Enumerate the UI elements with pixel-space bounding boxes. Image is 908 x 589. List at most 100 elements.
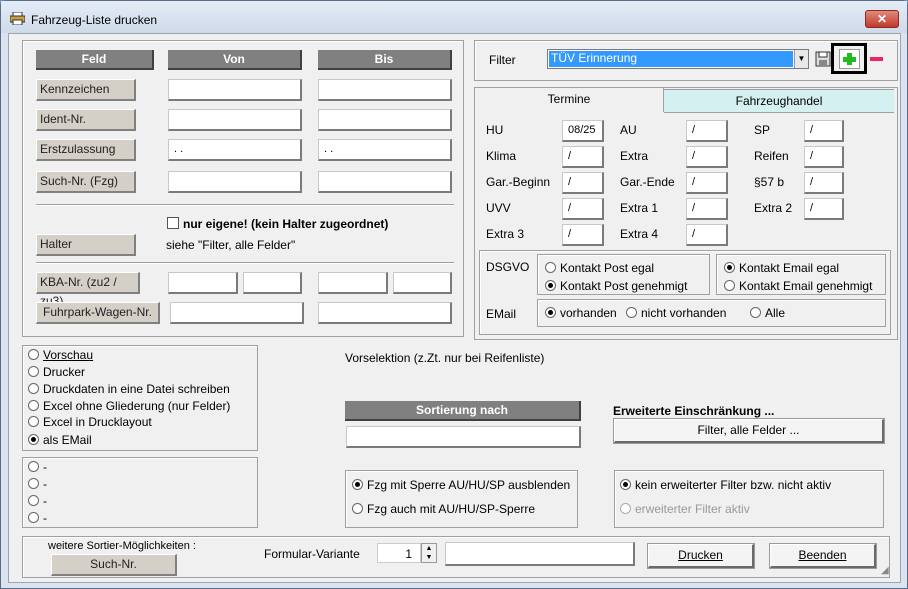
tab-termine[interactable]: Termine xyxy=(475,88,664,112)
beenden-label: Beenden xyxy=(798,548,847,562)
spin-arrows-icon[interactable]: ▲ ▼ xyxy=(421,543,437,563)
drucker-radio[interactable] xyxy=(28,366,39,377)
kba-bis-2-input[interactable] xyxy=(393,272,452,294)
extra2-label: Extra 2 xyxy=(754,201,793,215)
gar-ende-label: Gar.-Ende xyxy=(620,175,675,189)
kennzeichen-von-input[interactable] xyxy=(168,79,302,101)
resize-grip-icon[interactable]: ◢ xyxy=(881,565,893,577)
sperre-auch-label: Fzg auch mit AU/HU/SP-Sperre xyxy=(367,502,536,516)
datei-radio[interactable] xyxy=(28,383,39,394)
post-genehmigt-label: Kontakt Post genehmigt xyxy=(560,279,688,293)
ident-button[interactable]: Ident-Nr. xyxy=(36,109,136,131)
uvv-input[interactable]: / xyxy=(562,198,604,220)
save-icon[interactable] xyxy=(815,49,831,69)
erstzulassung-bis-input[interactable]: . . xyxy=(318,139,452,161)
drucken-button[interactable]: Drucken xyxy=(647,543,755,569)
post-egal-label: Kontakt Post egal xyxy=(560,261,655,275)
erweitert-title: Erweiterte Einschränkung ... xyxy=(613,404,775,418)
extra2-input[interactable]: / xyxy=(804,198,844,220)
fuhrpark-bis-input[interactable] xyxy=(318,302,452,324)
variante-name-input[interactable] xyxy=(445,542,635,566)
vorhanden-label: vorhanden xyxy=(560,306,617,320)
reifen-input[interactable]: / xyxy=(804,146,844,168)
extra3-input[interactable]: / xyxy=(562,224,604,246)
post-egal-radio[interactable] xyxy=(545,262,556,273)
weitere-sortier-label: weitere Sortier-Möglichkeiten : xyxy=(48,540,196,552)
option-radio-2[interactable] xyxy=(28,478,39,489)
add-filter-button[interactable] xyxy=(831,43,867,74)
plus-icon xyxy=(839,49,860,69)
email-genehmigt-radio[interactable] xyxy=(724,280,735,291)
erstzulassung-button[interactable]: Erstzulassung xyxy=(36,139,136,161)
kein-filter-label: kein erweiterter Filter bzw. nicht aktiv xyxy=(635,478,832,492)
filter-label: Filter xyxy=(489,53,516,67)
dsgvo-label: DSGVO xyxy=(486,260,530,274)
option-label-2: - xyxy=(43,477,47,491)
gar-beginn-input[interactable]: / xyxy=(562,172,604,194)
window-title: Fahrzeug-Liste drucken xyxy=(31,13,158,27)
sp-input[interactable]: / xyxy=(804,120,844,142)
excel-gliederung-radio[interactable] xyxy=(28,400,39,411)
close-button[interactable]: ✕ xyxy=(865,10,899,28)
halter-button[interactable]: Halter xyxy=(36,234,136,256)
option-radio-4[interactable] xyxy=(28,512,39,523)
extra1-input[interactable]: / xyxy=(686,198,728,220)
such-nr-sort-button[interactable]: Such-Nr. xyxy=(51,554,177,576)
vorhanden-radio[interactable] xyxy=(545,307,556,318)
fuhrpark-von-input[interactable] xyxy=(170,302,304,324)
such-von-input[interactable] xyxy=(168,171,302,193)
sperre-ausblenden-radio[interactable] xyxy=(352,479,363,490)
nicht-vorhanden-radio[interactable] xyxy=(626,307,637,318)
sortierung-input[interactable] xyxy=(346,426,581,448)
extra4-input[interactable]: / xyxy=(686,224,728,246)
vorschau-radio[interactable] xyxy=(28,349,39,360)
alle-radio[interactable] xyxy=(750,307,761,318)
email-genehmigt-label: Kontakt Email genehmigt xyxy=(739,279,873,293)
kba-bis-1-input[interactable] xyxy=(318,272,388,294)
chevron-down-icon[interactable]: ▼ xyxy=(794,50,808,68)
sp-label: SP xyxy=(754,123,771,137)
au-label: AU xyxy=(620,123,637,137)
sperre-auch-radio[interactable] xyxy=(352,503,363,514)
als-email-radio[interactable] xyxy=(28,434,39,445)
filter-selected-value: TÜV Erinnerung xyxy=(549,51,793,67)
au-input[interactable]: / xyxy=(686,120,728,142)
filter-select[interactable]: TÜV Erinnerung ▼ xyxy=(547,49,809,69)
p57b-input[interactable]: / xyxy=(804,172,844,194)
klima-input[interactable]: / xyxy=(562,146,604,168)
kein-filter-radio[interactable] xyxy=(620,479,631,490)
dash-options-group xyxy=(22,457,258,528)
kba-von-1-input[interactable] xyxy=(168,272,238,294)
option-label-1: - xyxy=(43,460,47,474)
formular-variante-label: Formular-Variante xyxy=(264,547,360,561)
ident-von-input[interactable] xyxy=(168,109,302,131)
such-nr-button[interactable]: Such-Nr. (Fzg) xyxy=(36,171,136,193)
tab-fahrzeughandel[interactable]: Fahrzeughandel xyxy=(664,89,894,113)
beenden-button[interactable]: Beenden xyxy=(769,543,877,569)
kba-button[interactable]: KBA-Nr. (zu2 / zu3) xyxy=(36,272,140,308)
such-bis-input[interactable] xyxy=(318,171,452,193)
erstzulassung-von-input[interactable]: . . xyxy=(168,139,302,161)
variante-stepper[interactable]: 1 xyxy=(377,543,421,563)
hu-input[interactable]: 08/25 xyxy=(562,120,604,142)
remove-filter-button[interactable] xyxy=(869,49,885,69)
kennzeichen-button[interactable]: Kennzeichen xyxy=(36,79,136,101)
kennzeichen-bis-input[interactable] xyxy=(318,79,452,101)
excel-drucklayout-radio[interactable] xyxy=(28,416,39,427)
print-dialog-window: Fahrzeug-Liste drucken ✕ Feld Von Bis Ke… xyxy=(0,0,908,589)
email-egal-radio[interactable] xyxy=(724,262,735,273)
nicht-vorhanden-label: nicht vorhanden xyxy=(641,306,727,320)
option-radio-3[interactable] xyxy=(28,495,39,506)
extra3-label: Extra 3 xyxy=(486,227,525,241)
gar-ende-input[interactable]: / xyxy=(686,172,728,194)
fuhrpark-button[interactable]: Fuhrpark-Wagen-Nr. xyxy=(36,302,160,324)
filter-alle-felder-button[interactable]: Filter, alle Felder ... xyxy=(613,418,885,444)
extra-input[interactable]: / xyxy=(686,146,728,168)
nur-eigene-checkbox[interactable] xyxy=(167,217,179,229)
kba-von-2-input[interactable] xyxy=(243,272,302,294)
option-radio-1[interactable] xyxy=(28,461,39,472)
als-email-label: als EMail xyxy=(43,433,92,447)
post-genehmigt-radio[interactable] xyxy=(545,280,556,291)
filter-aktiv-label: erweiterter Filter aktiv xyxy=(635,502,750,516)
ident-bis-input[interactable] xyxy=(318,109,452,131)
